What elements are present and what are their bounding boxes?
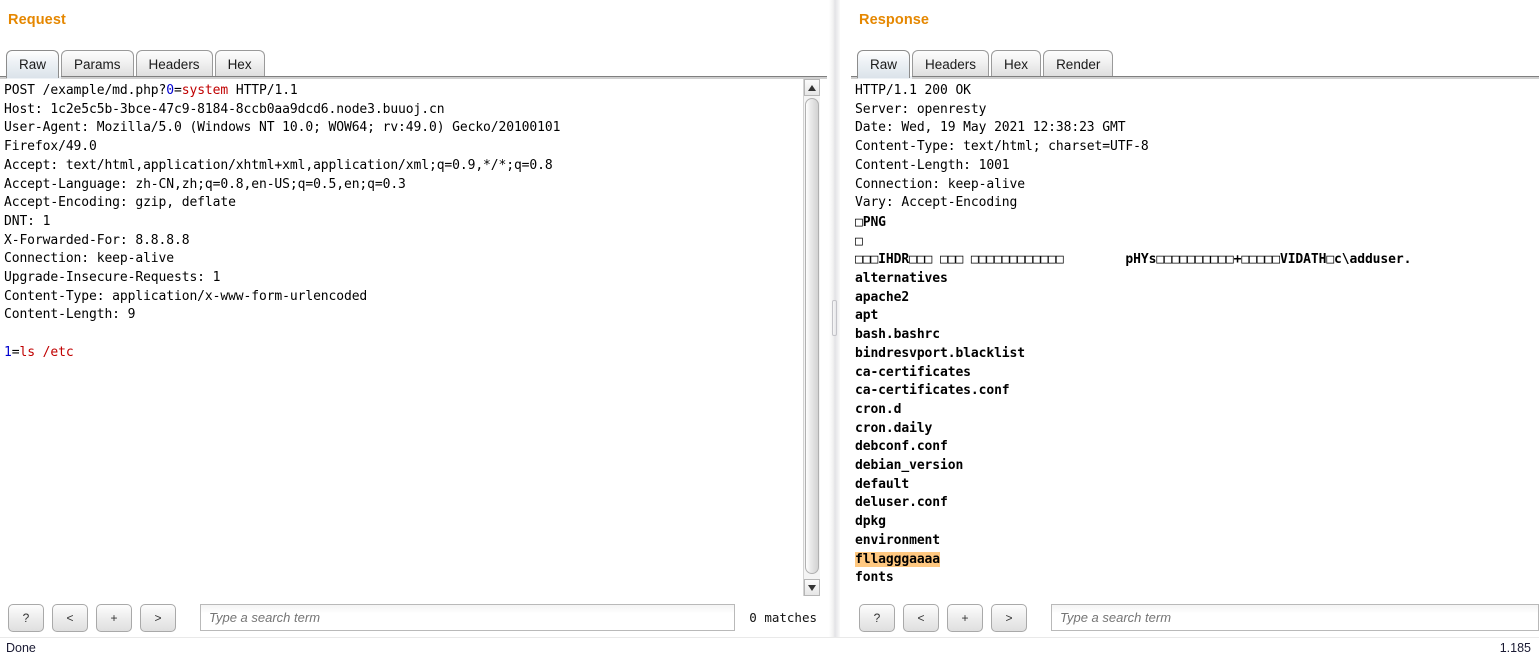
tab-response-render-label: Render (1056, 57, 1101, 72)
tab-request-params[interactable]: Params (61, 50, 134, 78)
tab-response-hex-label: Hex (1004, 57, 1029, 72)
request-message-editor[interactable]: POST /example/md.php?0=system HTTP/1.1 H… (0, 79, 810, 596)
request-line-value: system (181, 83, 229, 98)
request-header-line: Host: 1c2e5c5b-3bce-47c9-8184-8ccb0aa9dc… (4, 101, 445, 117)
response-binary-line: □□□IHDR□□□ □□□ □□□□□□□□□□□□ pHYs□□□□□□□□… (855, 252, 1412, 268)
status-bar: Done 1.185 (0, 637, 1539, 659)
tab-request-raw[interactable]: Raw (6, 50, 60, 78)
request-scroll-thumb[interactable] (805, 98, 819, 574)
file-list-item: bindresvport.blacklist (855, 345, 1025, 361)
file-list-item: fonts (855, 570, 894, 586)
response-header-line: Content-Length: 1001 (855, 157, 1010, 173)
scroll-up-icon[interactable] (804, 79, 820, 96)
request-body-value: ls /etc (19, 344, 74, 360)
response-search-bar: ? < + > (851, 598, 1539, 637)
tab-response-raw[interactable]: Raw (857, 50, 911, 78)
file-list-item: apache2 (855, 289, 910, 305)
request-tabbar: Raw Params Headers Hex (6, 44, 267, 78)
request-header-line: Content-Type: application/x-www-form-url… (4, 288, 368, 304)
request-header-line: User-Agent: Mozilla/5.0 (Windows NT 10.0… (4, 120, 561, 136)
request-message-text: POST /example/md.php?0=system HTTP/1.1 H… (0, 79, 810, 363)
tab-response-headers-label: Headers (925, 57, 977, 72)
splitter-grip[interactable] (832, 300, 837, 336)
request-header-line: X-Forwarded-For: 8.8.8.8 (4, 232, 190, 248)
request-search-prev-button[interactable]: < (52, 603, 88, 632)
response-header-line: Server: openresty (855, 101, 987, 117)
request-header-line: Firefox/49.0 (4, 139, 97, 155)
response-binary-line: □PNG (855, 214, 886, 230)
burp-repeater-window: Request Raw Params Headers Hex POST /exa… (0, 0, 1539, 659)
response-search-input[interactable] (1051, 604, 1539, 631)
request-header-line: Connection: keep-alive (4, 251, 174, 267)
request-search-bar: ? < + > 0 matches (0, 598, 827, 637)
file-list-item: apt (855, 308, 879, 324)
tab-request-hex[interactable]: Hex (214, 50, 265, 78)
response-header-line: Connection: keep-alive (855, 176, 1025, 192)
status-message: Done (6, 641, 36, 655)
response-panel-title: Response (859, 12, 930, 28)
file-list-item: ca-certificates.conf (855, 383, 1010, 399)
file-list-item: debian_version (855, 458, 964, 474)
tab-request-params-label: Params (74, 57, 121, 72)
file-list-item: cron.daily (855, 420, 933, 436)
file-list-item: default (855, 476, 910, 492)
response-body-text: □PNG □ □□□IHDR□□□ □□□ □□□□□□□□□□□□ pHYs□… (851, 213, 1539, 588)
file-list-item: cron.d (855, 401, 902, 417)
response-header-line: Vary: Accept-Encoding (855, 195, 1018, 211)
file-list-item: deluser.conf (855, 495, 948, 511)
tab-request-headers[interactable]: Headers (135, 50, 213, 78)
tab-request-hex-label: Hex (227, 57, 252, 72)
response-message-editor[interactable]: HTTP/1.1 200 OK Server: openresty Date: … (851, 79, 1539, 596)
file-list-item: debconf.conf (855, 439, 948, 455)
request-header-line: Upgrade-Insecure-Requests: 1 (4, 270, 221, 286)
file-list-item: bash.bashrc (855, 327, 940, 343)
response-search-prev-button[interactable]: < (903, 603, 939, 632)
request-vertical-scrollbar[interactable] (803, 79, 820, 596)
response-search-next-button[interactable]: > (991, 603, 1027, 632)
response-message-text: HTTP/1.1 200 OK Server: openresty Date: … (851, 79, 1539, 213)
request-search-next-button[interactable]: > (140, 603, 176, 632)
request-line-pre: POST /example/md.php? (4, 83, 167, 98)
response-header-line: Date: Wed, 19 May 2021 12:38:23 GMT (855, 120, 1126, 136)
tab-request-headers-label: Headers (148, 57, 200, 72)
file-list-item: dpkg (855, 514, 886, 530)
response-tabbar: Raw Headers Hex Render (857, 44, 1115, 78)
file-list-item: alternatives (855, 271, 948, 287)
panel-splitter[interactable] (829, 0, 840, 637)
request-header-line: DNT: 1 (4, 213, 51, 229)
tab-response-raw-label: Raw (870, 57, 898, 72)
response-search-add-button[interactable]: + (947, 603, 983, 632)
request-panel-title: Request (8, 12, 66, 28)
tab-request-raw-label: Raw (19, 57, 47, 72)
request-search-add-button[interactable]: + (96, 603, 132, 632)
file-list-item: environment (855, 532, 940, 548)
request-search-help-button[interactable]: ? (8, 603, 44, 632)
request-line-param: 0 (166, 83, 174, 98)
status-timing: 1.185 (1499, 641, 1531, 655)
request-line-eq: = (174, 83, 182, 98)
tab-response-render[interactable]: Render (1043, 50, 1114, 78)
response-header-line: Content-Type: text/html; charset=UTF-8 (855, 139, 1149, 155)
response-panel: Response Raw Headers Hex Render HTTP/1.1… (841, 0, 1539, 637)
request-search-input[interactable] (200, 604, 736, 631)
tab-response-hex[interactable]: Hex (991, 50, 1042, 78)
file-list-item-highlighted: fllagggaaaa (855, 551, 940, 567)
response-status-line: HTTP/1.1 200 OK (855, 83, 971, 98)
response-search-help-button[interactable]: ? (859, 603, 895, 632)
request-panel: Request Raw Params Headers Hex POST /exa… (0, 0, 827, 637)
request-header-line: Accept-Language: zh-CN,zh;q=0.8,en-US;q=… (4, 176, 406, 192)
request-header-line: Accept: text/html,application/xhtml+xml,… (4, 157, 553, 173)
tab-response-headers[interactable]: Headers (912, 50, 990, 78)
scroll-down-icon[interactable] (804, 579, 820, 596)
response-binary-line: □ (855, 233, 863, 249)
request-match-count: 0 matches (749, 610, 817, 625)
request-body-param: 1 (4, 344, 12, 360)
file-list-item: ca-certificates (855, 364, 971, 380)
request-header-line: Accept-Encoding: gzip, deflate (4, 195, 236, 211)
request-line-post: HTTP/1.1 (228, 83, 298, 98)
request-header-line: Content-Length: 9 (4, 307, 136, 323)
